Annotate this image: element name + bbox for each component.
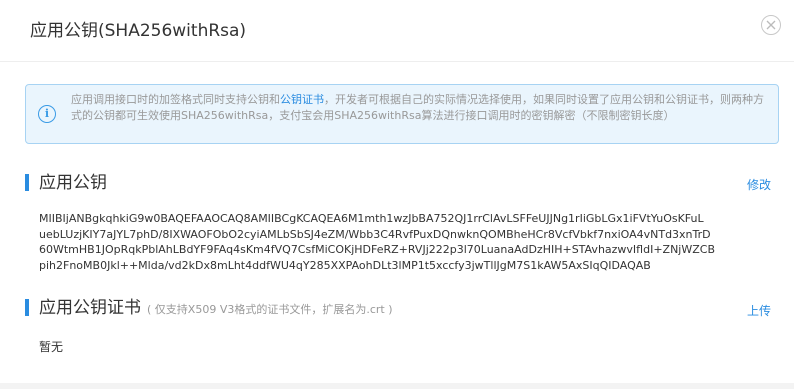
key-line: 60WtmHB1JOpRqkPblAhLBdYF9FAq4sKm4fVQ7Csf… [39,243,716,256]
upload-link[interactable]: 上传 [747,302,771,319]
info-notice: i 应用调用接口时的加签格式同时支持公钥和公钥证书，开发者可根据自己的实际情况选… [25,84,779,144]
cert-section-title: 应用公钥证书 ( 仅支持X509 V3格式的证书文件，扩展名为.crt ) [39,297,393,321]
public-key-value: MIIBIjANBgkqhkiG9w0BAQEFAAOCAQ8AMIIBCgKC… [39,211,774,273]
key-line: pih2FnoMB0Jkl++Mlda/vd2kDx8mLht4ddfWU4qY… [39,258,651,272]
cert-empty-text: 暂无 [39,340,64,354]
public-key-title: 应用公钥 [39,173,107,193]
dialog-bottom-edge [0,383,794,389]
key-line: MIIBIjANBgkqhkiG9w0BAQEFAAOCAQ8AMIIBCgKC… [39,212,704,225]
dialog-title: 应用公钥(SHA256withRsa) [30,21,247,41]
cert-subtitle: ( 仅支持X509 V3格式的证书文件，扩展名为.crt ) [147,303,393,316]
dialog-header: 应用公钥(SHA256withRsa) [0,0,794,62]
info-text: 应用调用接口时的加签格式同时支持公钥和公钥证书，开发者可根据自己的实际情况选择使… [71,92,771,123]
close-icon[interactable] [761,15,781,35]
info-icon: i [38,105,56,123]
cert-title: 应用公钥证书 [39,298,141,318]
public-key-dialog: 应用公钥(SHA256withRsa) i 应用调用接口时的加签格式同时支持公钥… [0,0,794,389]
section-marker [25,174,29,191]
info-text-before: 应用调用接口时的加签格式同时支持公钥和 [71,93,280,106]
key-line: uebLUzjKIY7aJYL7phD/8IXWAOFObO2cyiAMLbSb… [39,227,711,241]
section-marker [25,299,29,316]
edit-link[interactable]: 修改 [747,176,771,193]
cert-link[interactable]: 公钥证书 [280,93,324,106]
